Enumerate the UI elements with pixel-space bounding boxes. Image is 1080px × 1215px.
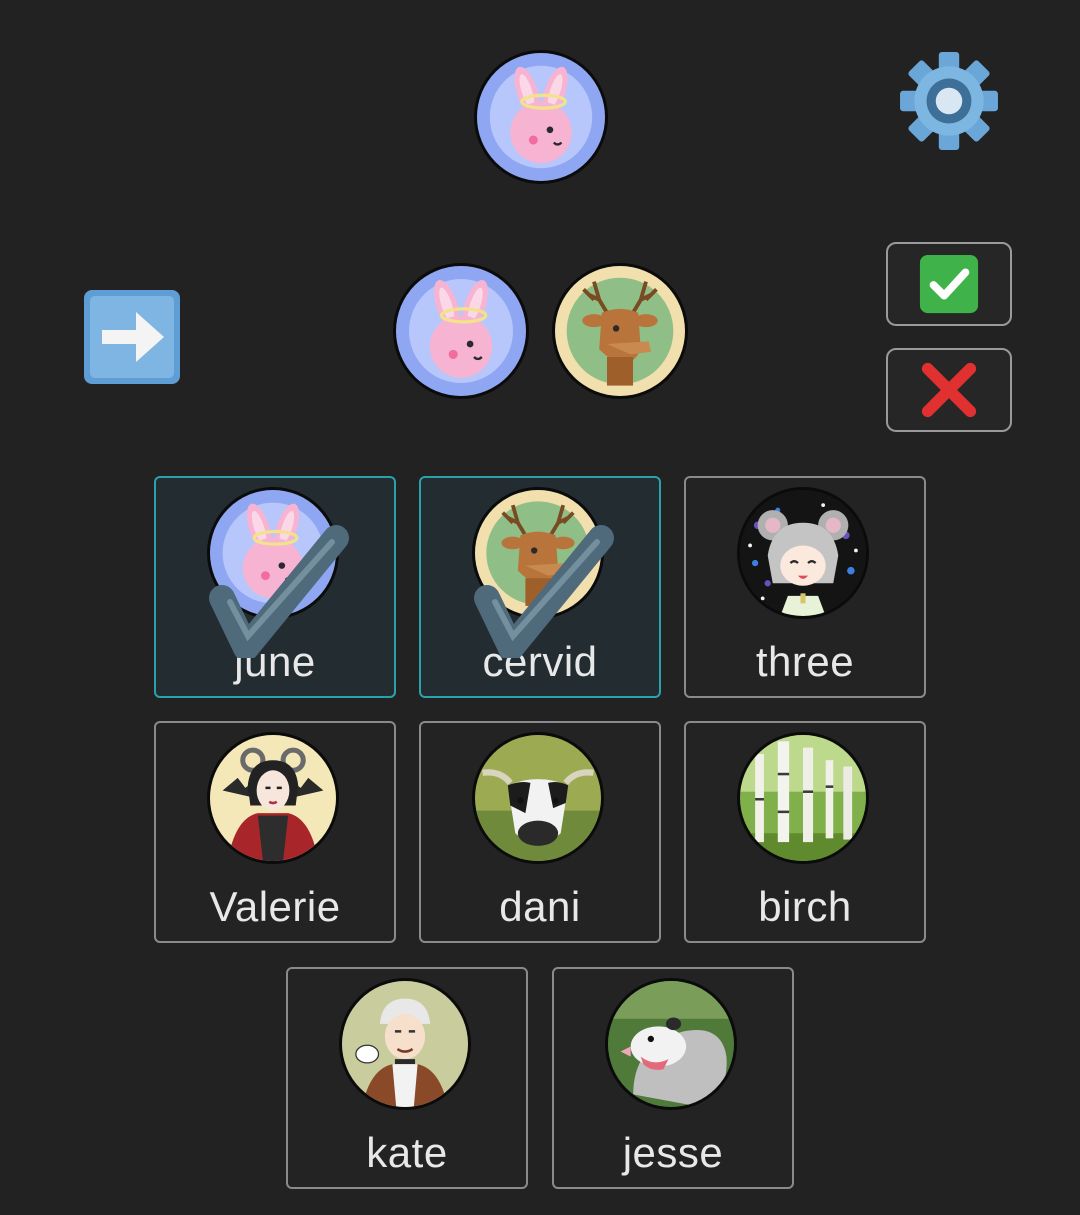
member-name: three bbox=[755, 638, 855, 685]
member-avatar bbox=[472, 487, 604, 619]
bunny-halo-avatar-image bbox=[210, 490, 336, 616]
member-name: dani bbox=[499, 883, 581, 930]
check-mark-icon bbox=[919, 254, 979, 314]
member-avatar bbox=[207, 732, 339, 864]
member-avatar bbox=[207, 487, 339, 619]
member-name: june bbox=[234, 638, 316, 685]
horned-woman-avatar-image bbox=[210, 735, 336, 861]
member-avatar bbox=[472, 732, 604, 864]
current-front-avatar[interactable] bbox=[474, 50, 608, 184]
member-avatar bbox=[737, 487, 869, 619]
member-avatar bbox=[737, 732, 869, 864]
selected-avatar-deer bbox=[552, 263, 688, 399]
member-card-kate[interactable]: kate bbox=[286, 967, 528, 1189]
member-name: kate bbox=[366, 1129, 448, 1176]
member-card-dani[interactable]: dani bbox=[419, 721, 661, 943]
white-haired-man-avatar-image bbox=[342, 981, 468, 1107]
member-card-valerie[interactable]: Valerie bbox=[154, 721, 396, 943]
cross-mark-icon bbox=[921, 362, 977, 418]
gear-icon[interactable] bbox=[898, 50, 1000, 152]
member-name: Valerie bbox=[209, 883, 341, 930]
member-card-june[interactable]: june bbox=[154, 476, 396, 698]
cow-avatar-image bbox=[475, 735, 601, 861]
member-card-cervid[interactable]: cervid bbox=[419, 476, 661, 698]
member-card-three[interactable]: three bbox=[684, 476, 926, 698]
deer-avatar-image bbox=[555, 266, 685, 396]
deer-avatar-image bbox=[475, 490, 601, 616]
member-card-jesse[interactable]: jesse bbox=[552, 967, 794, 1189]
member-card-birch[interactable]: birch bbox=[684, 721, 926, 943]
bunny-halo-avatar-image bbox=[396, 266, 526, 396]
grey-hair-girl-avatar-image bbox=[740, 490, 866, 616]
cancel-button[interactable] bbox=[886, 348, 1012, 432]
member-avatar bbox=[605, 978, 737, 1110]
member-name: cervid bbox=[482, 638, 598, 685]
member-name: jesse bbox=[622, 1129, 724, 1176]
member-avatar bbox=[339, 978, 471, 1110]
selected-avatar-bunny bbox=[393, 263, 529, 399]
bunny-halo-avatar-image bbox=[477, 53, 605, 181]
opossum-avatar-image bbox=[608, 981, 734, 1107]
member-name: birch bbox=[758, 883, 852, 930]
birch-trees-avatar-image bbox=[740, 735, 866, 861]
right-arrow-icon[interactable] bbox=[82, 288, 182, 386]
confirm-button[interactable] bbox=[886, 242, 1012, 326]
